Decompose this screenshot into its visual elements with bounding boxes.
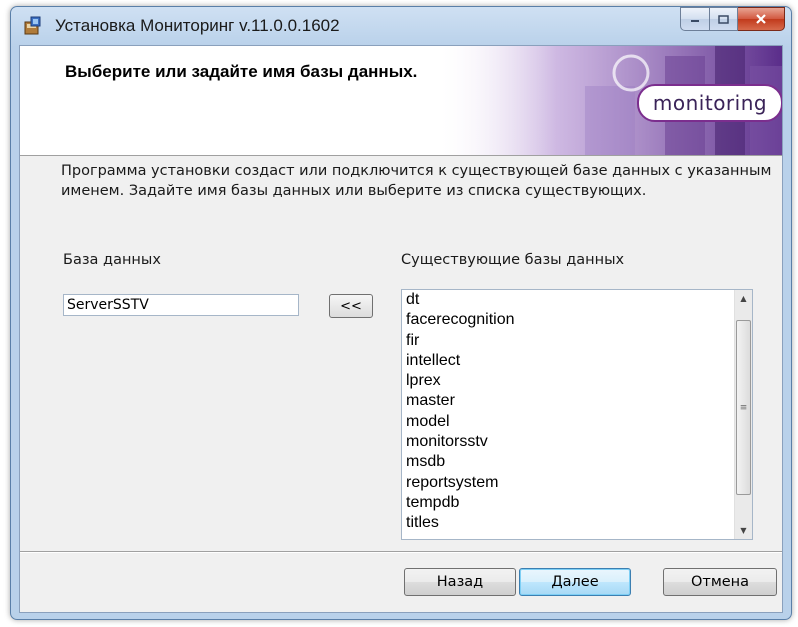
list-item[interactable]: monitorsstv (402, 432, 752, 452)
window-controls (680, 7, 785, 31)
maximize-button[interactable] (710, 7, 738, 31)
database-name-input[interactable] (63, 294, 299, 316)
list-item[interactable]: facerecognition (402, 310, 752, 330)
database-label: База данных (63, 252, 161, 268)
scroll-up-icon[interactable]: ▲ (735, 290, 752, 307)
description-text: Программа установки создаст или подключи… (61, 163, 772, 199)
scroll-thumb[interactable]: ≡ (736, 320, 751, 495)
list-item[interactable]: intellect (402, 351, 752, 371)
title-bar[interactable]: Установка Мониторинг v.11.0.0.1602 (11, 7, 791, 43)
list-item[interactable]: lprex (402, 371, 752, 391)
minimize-icon (691, 20, 699, 22)
button-separator (20, 551, 782, 553)
list-item[interactable]: master (402, 391, 752, 411)
list-item[interactable]: model (402, 412, 752, 432)
installer-window: Установка Мониторинг v.11.0.0.1602 Выбер… (10, 6, 792, 620)
monitoring-logo: monitoring (637, 84, 782, 122)
existing-databases-list[interactable]: dt facerecognition fir intellect lprex master… (401, 289, 753, 540)
maximize-icon (718, 14, 729, 24)
back-button[interactable]: Назад (404, 568, 516, 596)
list-item[interactable]: tempdb (402, 493, 752, 513)
scroll-down-icon[interactable]: ▼ (735, 522, 752, 539)
installer-icon (24, 16, 41, 35)
cancel-button[interactable]: Отмена (663, 568, 777, 596)
copy-to-field-button[interactable]: << (329, 294, 373, 318)
existing-databases-label: Существующие базы данных (401, 252, 625, 268)
list-item[interactable]: fir (402, 331, 752, 351)
list-item[interactable]: reportsystem (402, 473, 752, 493)
window-title: Установка Мониторинг v.11.0.0.1602 (55, 16, 340, 35)
list-item[interactable]: msdb (402, 452, 752, 472)
close-icon (756, 14, 766, 24)
header-banner: Выберите или задайте имя базы данных. mo… (20, 46, 782, 156)
page-title: Выберите или задайте имя базы данных. (65, 62, 418, 81)
dialog-content: Выберите или задайте имя базы данных. mo… (19, 45, 783, 613)
list-scrollbar[interactable]: ▲ ≡ ▼ (734, 290, 752, 539)
next-button[interactable]: Далее (519, 568, 631, 596)
list-item[interactable]: titles (402, 513, 752, 533)
minimize-button[interactable] (680, 7, 710, 31)
list-item[interactable]: dt (402, 290, 752, 310)
close-button[interactable] (738, 7, 785, 31)
